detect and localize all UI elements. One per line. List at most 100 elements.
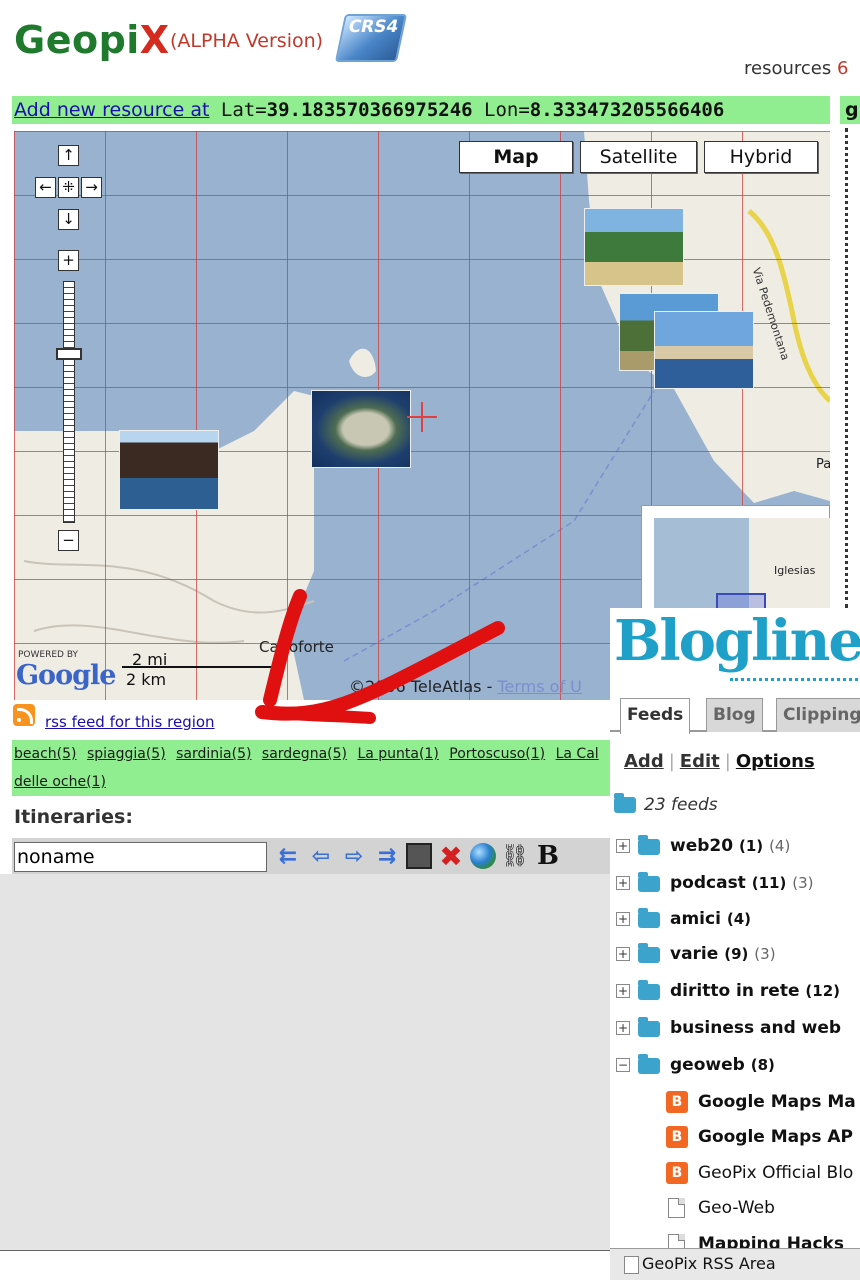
tag-link[interactable]: La punta(1) [357, 746, 438, 762]
side-panel-border [845, 128, 849, 608]
photo-marker[interactable] [311, 390, 411, 468]
add-new-resource-link[interactable]: Add new resource at [14, 99, 209, 121]
resources-counter: resources 6 [744, 58, 849, 79]
itinerary-name-input[interactable] [14, 842, 267, 872]
crs4-logo: CRS4 [334, 14, 408, 62]
itinerary-toolbar: ⇇ ⇦ ⇨ ⇉ ✖ ⛓ B [12, 838, 612, 874]
page-icon [624, 1256, 639, 1274]
bloglines-logo: Bloglines [614, 608, 860, 674]
blogger-icon: B [666, 1162, 688, 1184]
google-logo: Google [16, 660, 116, 691]
link-icon[interactable]: ⛓ [501, 842, 529, 870]
pan-up-button[interactable]: ↑ [58, 145, 79, 166]
expand-icon[interactable]: + [616, 876, 630, 890]
expand-icon[interactable]: + [616, 1021, 630, 1035]
next-icon[interactable]: ⇨ [340, 842, 368, 870]
lat-value: 39.183570366975246 [266, 99, 473, 121]
prev-icon[interactable]: ⇦ [307, 842, 335, 870]
itineraries-heading: Itineraries: [14, 806, 133, 828]
expand-icon[interactable]: + [616, 839, 630, 853]
page-icon [668, 1198, 685, 1218]
delete-icon[interactable]: ✖ [437, 840, 465, 873]
tag-link[interactable]: Portoscuso(1) [449, 746, 545, 762]
folder-item[interactable]: + business and web [610, 1013, 860, 1043]
feed-item-geopix-rss[interactable]: GeoPix RSS Area [610, 1248, 860, 1280]
zoom-slider-thumb[interactable] [56, 348, 82, 360]
tag-link[interactable]: sardegna(5) [262, 746, 347, 762]
feed-item[interactable]: Geo-Web [666, 1193, 860, 1223]
desktop-bottom-strip [0, 1250, 612, 1280]
zoom-slider-track[interactable] [63, 281, 75, 523]
collapse-icon[interactable]: − [616, 1058, 630, 1072]
photo-marker[interactable] [584, 208, 684, 286]
edit-feeds-link[interactable]: Edit [680, 751, 720, 772]
pan-right-button[interactable]: → [81, 177, 102, 198]
rss-icon[interactable] [13, 704, 35, 726]
tab-feeds[interactable]: Feeds [620, 698, 691, 734]
map-copyright: ©2006 TeleAtlas - Terms of U [349, 677, 582, 696]
folder-icon [638, 943, 660, 963]
tag-cloud: beach(5) spiaggia(5) sardinia(5) sardegn… [12, 740, 612, 796]
folder-icon [614, 793, 636, 813]
map-type-map-button[interactable]: Map [459, 141, 573, 173]
globe-icon[interactable] [470, 843, 496, 869]
bloglines-window: Bloglines Feeds Blog Clippings Add|Edit|… [610, 608, 860, 1280]
folder-item[interactable]: + podcast (11) (3) [610, 868, 860, 898]
folder-item[interactable]: − geoweb (8) [610, 1050, 860, 1080]
last-icon[interactable]: ⇉ [373, 842, 401, 870]
folder-item[interactable]: + amici (4) [610, 904, 860, 934]
tag-link[interactable]: delle oche(1) [14, 774, 106, 790]
pan-left-button[interactable]: ← [35, 177, 56, 198]
tab-blog[interactable]: Blog [706, 698, 763, 732]
first-icon[interactable]: ⇇ [274, 842, 302, 870]
powered-by-label: POWERED BY [18, 650, 79, 660]
zoom-out-button[interactable]: − [58, 530, 79, 551]
feed-item[interactable]: B GeoPix Official Blo [666, 1158, 860, 1188]
add-feed-link[interactable]: Add [624, 751, 664, 772]
folder-icon [638, 835, 660, 855]
tag-link[interactable]: sardinia(5) [176, 746, 251, 762]
folder-icon [638, 980, 660, 1000]
photo-marker[interactable] [654, 311, 754, 389]
tag-link[interactable]: La Cal [556, 746, 599, 762]
options-link[interactable]: Options [736, 751, 815, 772]
lat-label: Lat= [220, 99, 267, 121]
place-label-pa: Pa [816, 457, 830, 472]
bloglines-tabs: Feeds Blog Clippings [610, 692, 860, 734]
folder-icon [638, 908, 660, 928]
feed-item[interactable]: B Google Maps AP [666, 1122, 860, 1152]
feed-count: 23 feeds [614, 793, 718, 815]
pan-center-button[interactable]: ⁜ [58, 177, 79, 198]
blogger-icon: B [666, 1091, 688, 1113]
tab-clippings[interactable]: Clippings [776, 698, 860, 732]
carloforte-label: Carloforte [259, 638, 334, 656]
save-icon[interactable] [406, 843, 432, 869]
folder-item[interactable]: + varie (9) (3) [610, 939, 860, 969]
terms-of-use-link[interactable]: Terms of U [497, 677, 581, 696]
tag-link[interactable]: beach(5) [14, 746, 76, 762]
rss-feed-link[interactable]: rss feed for this region [45, 713, 215, 731]
map-type-hybrid-button[interactable]: Hybrid [704, 141, 818, 173]
zoom-in-button[interactable]: + [58, 250, 79, 271]
folder-item[interactable]: + web20 (1) (4) [610, 831, 860, 861]
blogger-icon: B [666, 1126, 688, 1148]
folder-icon [638, 872, 660, 892]
expand-icon[interactable]: + [616, 947, 630, 961]
lon-label: Lon= [484, 99, 530, 121]
feed-item[interactable]: B Google Maps Ma [666, 1087, 860, 1117]
photo-marker[interactable] [119, 430, 219, 510]
add-resource-bar: Add new resource at Lat=39.1835703669752… [12, 96, 830, 124]
blog-icon[interactable]: B [534, 841, 562, 871]
feed-actions: Add | Edit | Options [624, 751, 815, 772]
folder-open-icon [638, 1054, 660, 1074]
folder-item[interactable]: + diritto in rete (12) [610, 976, 860, 1006]
iglesias-label: Iglesias [774, 564, 816, 577]
map-type-satellite-button[interactable]: Satellite [580, 141, 697, 173]
folder-icon [638, 1017, 660, 1037]
tag-link[interactable]: spiaggia(5) [87, 746, 166, 762]
expand-icon[interactable]: + [616, 912, 630, 926]
pan-down-button[interactable]: ↓ [58, 209, 79, 230]
side-panel-header: g [840, 96, 860, 124]
expand-icon[interactable]: + [616, 984, 630, 998]
geopix-logo: GeopiX [14, 18, 170, 62]
